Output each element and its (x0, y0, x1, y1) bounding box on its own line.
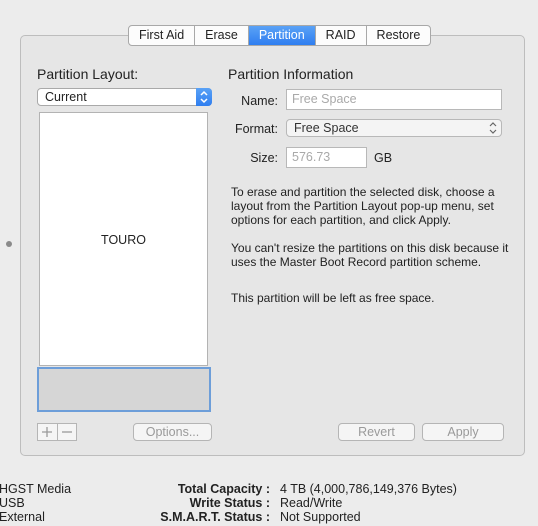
tab-first-aid[interactable]: First Aid (129, 26, 196, 45)
disk-name-label: TOURO (101, 233, 146, 247)
chevron-updown-icon (489, 121, 497, 139)
total-capacity-label: Total Capacity : (177, 482, 270, 496)
size-unit-label: GB (374, 151, 393, 165)
size-field[interactable]: 576.73 (286, 147, 367, 168)
write-status-value: Read/Write (280, 496, 343, 510)
plus-icon (42, 427, 53, 437)
tab-erase[interactable]: Erase (195, 26, 249, 45)
partition-layout-map[interactable]: TOURO (39, 112, 208, 366)
chevron-updown-icon (196, 88, 212, 106)
format-label: Format: (234, 122, 278, 136)
disk-connection-text: USB (0, 496, 25, 510)
mbr-notice-text: You can't resize the partitions on this … (231, 241, 509, 269)
size-label: Size: (250, 151, 278, 165)
disk-vendor-text: HGST Media (0, 482, 72, 496)
free-space-notice-text: This partition will be left as free spac… (231, 291, 435, 305)
write-status-label: Write Status : (189, 496, 270, 510)
instructions-text: To erase and partition the selected disk… (231, 185, 495, 227)
smart-status-label: S.M.A.R.T. Status : (160, 510, 270, 524)
free-space-partition-block[interactable] (37, 367, 211, 412)
tab-bar: First Aid Erase Partition RAID Restore (128, 25, 432, 46)
format-select[interactable]: Free Space (286, 119, 502, 137)
tab-partition[interactable]: Partition (248, 26, 316, 45)
partition-layout-heading: Partition Layout: (37, 66, 139, 82)
remove-partition-button[interactable] (58, 424, 77, 440)
sidebar-edge-dot (6, 241, 12, 247)
name-field[interactable]: Free Space (286, 89, 502, 110)
add-remove-partition-control (37, 423, 77, 441)
minus-icon (61, 431, 72, 433)
tab-restore[interactable]: Restore (367, 26, 431, 45)
partition-information-heading: Partition Information (228, 66, 354, 82)
partition-layout-select[interactable]: Current (37, 88, 212, 106)
partition-layout-value: Current (45, 90, 87, 104)
apply-button[interactable]: Apply (422, 423, 504, 441)
name-label: Name: (241, 94, 278, 108)
tab-raid[interactable]: RAID (316, 26, 367, 45)
total-capacity-value: 4 TB (4,000,786,149,376 Bytes) (280, 482, 457, 496)
add-partition-button[interactable] (38, 424, 58, 440)
disk-location-text: External (0, 510, 45, 524)
options-button[interactable]: Options... (133, 423, 212, 441)
format-value: Free Space (294, 121, 359, 135)
smart-status-value: Not Supported (280, 510, 361, 524)
revert-button[interactable]: Revert (338, 423, 415, 441)
